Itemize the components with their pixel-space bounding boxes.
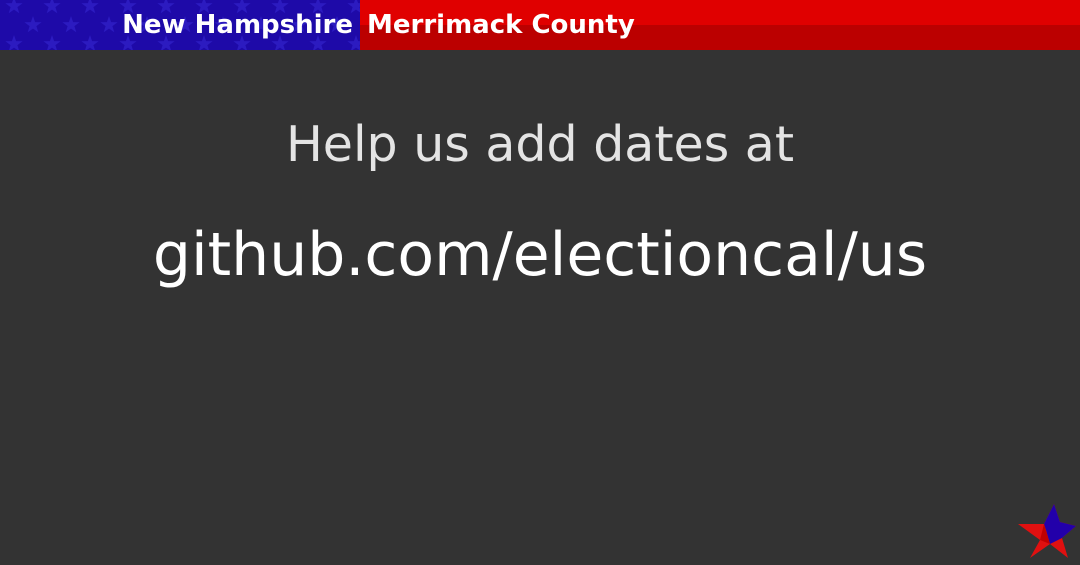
county-header: Merrimack County (360, 0, 1080, 50)
state-name: New Hampshire (122, 10, 353, 40)
state-header: New Hampshire (0, 0, 360, 50)
help-message: Help us add dates at (285, 116, 795, 173)
repository-url[interactable]: github.com/electioncal/us (0, 215, 1080, 295)
star-logo-icon (1018, 504, 1076, 558)
header-banner: New Hampshire Merrimack County (0, 0, 1080, 50)
county-name: Merrimack County (367, 10, 635, 40)
